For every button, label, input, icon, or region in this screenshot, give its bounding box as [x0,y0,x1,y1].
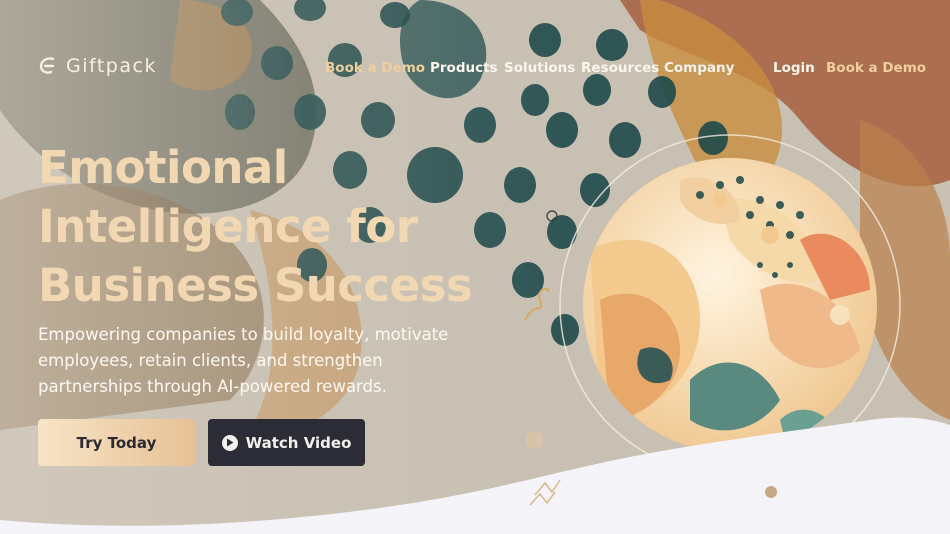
brand-name: Giftpack [66,55,157,77]
top-navigation: Giftpack Book a Demo Products Solutions … [0,0,950,140]
nav-resources[interactable]: Resources [581,60,659,76]
play-icon [221,434,238,451]
try-today-button[interactable]: Try Today [38,419,195,466]
nav-solutions[interactable]: Solutions [504,60,575,76]
nav-company[interactable]: Company [664,60,734,76]
hero-subtitle: Empowering companies to build loyalty, m… [38,325,449,396]
nav-products[interactable]: Products [430,60,498,76]
giftpack-logo-icon [39,57,55,74]
watch-video-button[interactable]: Watch Video [208,419,365,466]
watch-video-label: Watch Video [245,433,352,452]
nav-login[interactable]: Login [773,60,815,76]
nav-book-demo[interactable]: Book a Demo [325,60,425,76]
hero-title-line-3: Business Success [38,259,473,312]
hero-title-line-1: Emotional [38,141,288,194]
brand-logo[interactable]: Giftpack [37,55,157,77]
hero-title-line-2: Intelligence for [38,200,418,253]
nav-book-demo-right[interactable]: Book a Demo [826,60,926,76]
hero-title: Emotional Intelligence for Business Succ… [38,138,508,315]
try-today-label: Try Today [76,433,157,452]
